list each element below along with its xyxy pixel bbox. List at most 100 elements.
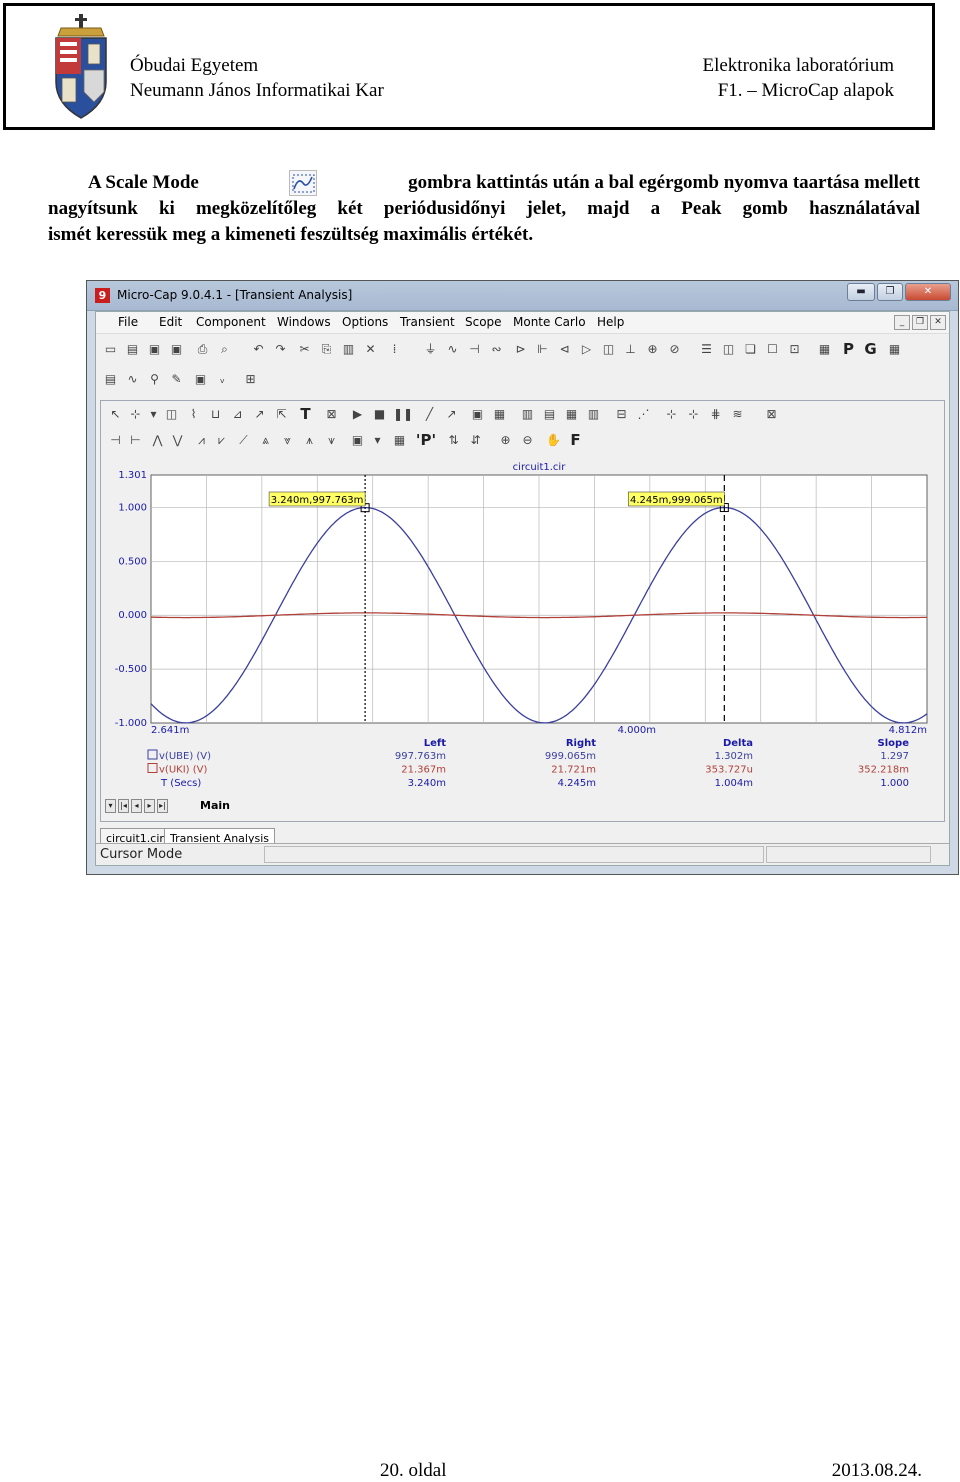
- tab-nav-last-icon[interactable]: ▸|: [157, 799, 168, 813]
- title-bar[interactable]: 9 Micro-Cap 9.0.4.1 - [Transient Analysi…: [87, 281, 958, 311]
- y-tick-label: -1.000: [115, 718, 147, 729]
- x-end-label: 4.812m: [889, 725, 927, 736]
- tab-nav-next-icon[interactable]: ▸: [144, 799, 155, 813]
- calculator-icon[interactable]: ▦: [816, 341, 833, 358]
- opamp-icon[interactable]: ▷: [578, 341, 595, 358]
- readout-header: Slope: [878, 738, 910, 749]
- cursor-label: 3.240m,997.763m: [271, 495, 364, 506]
- university-crest-icon: [55, 14, 107, 119]
- print-preview-icon[interactable]: ⌕: [216, 341, 233, 358]
- readout-value: 1.302m: [715, 751, 753, 762]
- probe-icon[interactable]: ⚲: [146, 371, 163, 388]
- menu-scope[interactable]: Scope: [465, 315, 502, 329]
- legend-entry: v(UBE) (V): [159, 751, 211, 762]
- grid-table-icon[interactable]: ▦: [886, 341, 903, 358]
- header-right: Elektronika laboratórium F1. – MicroCap …: [702, 53, 894, 103]
- readout-header: Delta: [723, 738, 753, 749]
- instruction-paragraph: A Scale Mode gombra kattintás után a bal…: [48, 170, 920, 248]
- menu-edit[interactable]: Edit: [159, 315, 182, 329]
- ground-icon[interactable]: ⏚: [422, 341, 439, 358]
- paragraph-line-2: nagyítsunk ki megközelítőleg két periódu…: [48, 196, 920, 222]
- paragraph-line-2-text: nagyítsunk ki megközelítőleg két periódu…: [48, 198, 920, 219]
- plot-title: circuit1.cir: [513, 462, 567, 473]
- page-date: 2013.08.24.: [831, 1460, 922, 1481]
- window-icon[interactable]: ☐: [764, 341, 781, 358]
- cut-icon[interactable]: ✂: [296, 341, 313, 358]
- toolbar-g-button[interactable]: G: [862, 341, 879, 358]
- y-tick-label: 0.500: [118, 556, 147, 567]
- tab-nav-dropdown-icon[interactable]: ▾: [105, 799, 116, 813]
- menu-windows[interactable]: Windows: [277, 315, 331, 329]
- readout-value: 4.245m: [558, 778, 596, 789]
- menu-monte-carlo[interactable]: Monte Carlo: [513, 315, 586, 329]
- mdi-close-button[interactable]: ✕: [930, 315, 946, 330]
- delete-icon[interactable]: ✕: [362, 341, 379, 358]
- readout-value: 999.065m: [545, 751, 596, 762]
- university-name: Óbudai Egyetem: [130, 55, 259, 76]
- tile-vertical-icon[interactable]: ◫: [720, 341, 737, 358]
- zoom-plot-icon[interactable]: ⊞: [242, 371, 259, 388]
- menu-transient[interactable]: Transient: [400, 315, 455, 329]
- app-icon[interactable]: 9: [95, 288, 110, 303]
- tab-nav-prev-icon[interactable]: ◂: [131, 799, 142, 813]
- inductor-icon[interactable]: ∾: [488, 341, 505, 358]
- menu-options[interactable]: Options: [342, 315, 388, 329]
- tile-horizontal-icon[interactable]: ☰: [698, 341, 715, 358]
- readout-value: 997.763m: [395, 751, 446, 762]
- maximize-button[interactable]: ❐: [877, 283, 903, 301]
- select-all-icon[interactable]: ⁞: [386, 341, 403, 358]
- minimize-button[interactable]: ▬: [847, 283, 875, 301]
- numeric-output-icon[interactable]: ▤: [102, 371, 119, 388]
- topic-name: F1. – MicroCap alapok: [717, 80, 894, 101]
- close-button[interactable]: ✕: [905, 283, 951, 301]
- redo-icon[interactable]: ↷: [272, 341, 289, 358]
- split-window-icon[interactable]: ⊡: [786, 341, 803, 358]
- diode-icon[interactable]: ⊳: [512, 341, 529, 358]
- paragraph-line-1: A Scale Mode gombra kattintás után a bal…: [48, 170, 920, 196]
- paste-icon[interactable]: ▥: [340, 341, 357, 358]
- menu-component[interactable]: Component: [196, 315, 266, 329]
- toolbar-p-button[interactable]: P: [840, 341, 857, 358]
- menu-file[interactable]: File: [118, 315, 138, 329]
- save-icon[interactable]: ▣: [146, 341, 163, 358]
- copy-icon[interactable]: ⎘: [318, 341, 335, 358]
- legend-entry: T (Secs): [160, 778, 201, 789]
- npn-transistor-icon[interactable]: ⊲: [556, 341, 573, 358]
- new-file-icon[interactable]: ▭: [102, 341, 119, 358]
- readout-value: 3.240m: [408, 778, 446, 789]
- course-name: Elektronika laboratórium: [702, 55, 894, 76]
- paragraph-line-1-start: A Scale Mode: [88, 172, 199, 193]
- open-file-icon[interactable]: ▤: [124, 341, 141, 358]
- y-tick-label: -0.500: [115, 664, 147, 675]
- mdi-minimize-button[interactable]: _: [894, 315, 910, 330]
- transient-plot[interactable]: circuit1.cir 1.301 1.000 0.500 0.000 -0.500 -1…: [101, 401, 944, 821]
- mdi-restore-button[interactable]: ❐: [912, 315, 928, 330]
- capacitor-icon[interactable]: ⊣: [466, 341, 483, 358]
- main-toolbar: ▭ ▤ ▣ ▣ ⎙ ⌕ ↶ ↷ ✂ ⎘ ▥ ✕ ⁞ ⏚ ∿ ⊣ ∾ ⊳ ⊩ ⊲ …: [96, 336, 949, 364]
- window-title: Micro-Cap 9.0.4.1 - [Transient Analysis]: [117, 288, 353, 302]
- undo-icon[interactable]: ↶: [250, 341, 267, 358]
- save-all-icon[interactable]: ▣: [168, 341, 185, 358]
- tab-nav-first-icon[interactable]: |◂: [118, 799, 129, 813]
- transient-analysis-window: ↖ ⊹ ▾ ◫ ⌇ ⊔ ⊿ ↗ ⇱ T ⊠ ▶ ■ ❚❚ ╱ ↗ ▣ ▦ ▥ ▤: [100, 400, 945, 822]
- resistor-icon[interactable]: ∿: [444, 341, 461, 358]
- plot-properties-icon[interactable]: ▣: [192, 371, 209, 388]
- cascade-icon[interactable]: ❏: [742, 341, 759, 358]
- pulse-source-icon[interactable]: ⊥: [622, 341, 639, 358]
- print-icon[interactable]: ⎙: [194, 341, 211, 358]
- menu-help[interactable]: Help: [597, 315, 624, 329]
- tab-main[interactable]: Main: [200, 799, 230, 812]
- readout-value: 1.000: [880, 778, 909, 789]
- status-bar: Cursor Mode: [96, 843, 949, 865]
- status-text: Cursor Mode: [100, 847, 183, 862]
- battery-icon[interactable]: ⊩: [534, 341, 551, 358]
- switch-icon[interactable]: ⊕: [644, 341, 661, 358]
- waveform-icon[interactable]: ∿: [124, 371, 141, 388]
- axis-values-icon[interactable]: ᵥ: [214, 371, 231, 388]
- page-number: 20. oldal: [380, 1460, 447, 1481]
- voltage-source-icon[interactable]: ⊘: [666, 341, 683, 358]
- status-cell-1: [264, 846, 764, 863]
- y-tick-label: 1.000: [118, 502, 147, 513]
- pen-icon[interactable]: ✎: [168, 371, 185, 388]
- sine-source-icon[interactable]: ◫: [600, 341, 617, 358]
